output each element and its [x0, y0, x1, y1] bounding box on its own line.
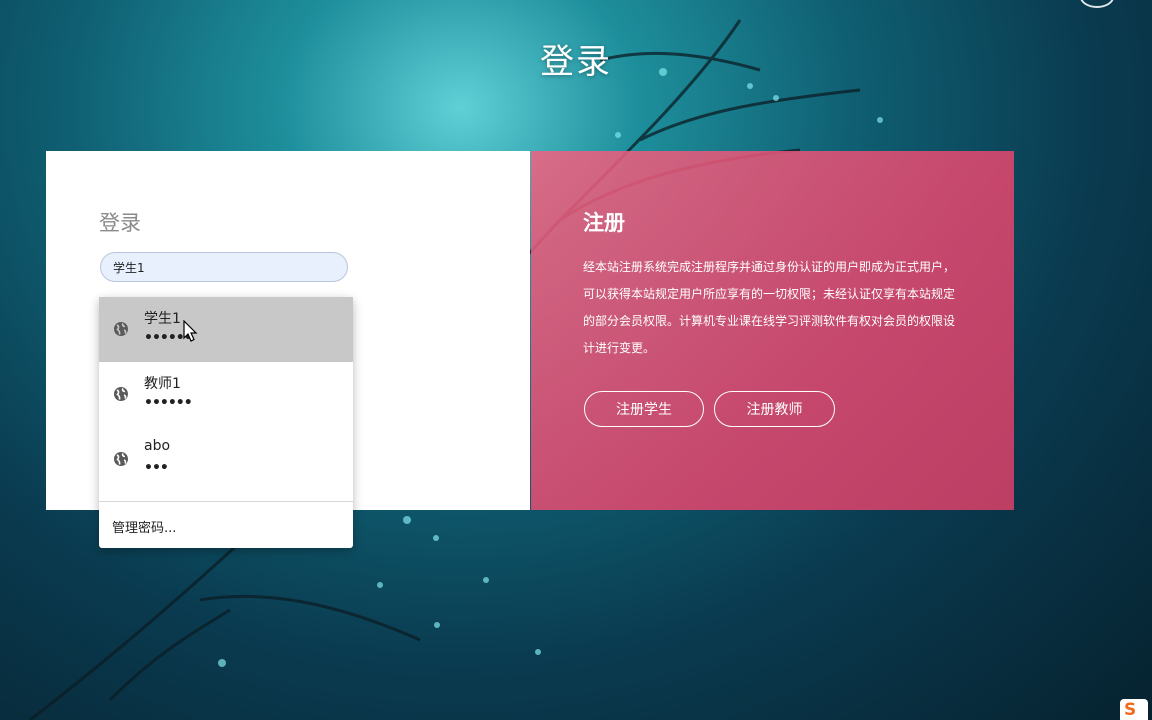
autofill-username: 学生1 — [144, 311, 181, 327]
globe-icon — [114, 322, 128, 336]
page-title: 登录 — [540, 42, 612, 82]
autofill-password-mask: •••••• — [144, 395, 193, 411]
register-student-button[interactable]: 注册学生 — [584, 391, 704, 427]
register-description: 经本站注册系统完成注册程序并通过身份认证的用户即成为正式用户，可以获得本站规定用… — [583, 260, 956, 355]
mouse-cursor-icon — [183, 320, 198, 342]
ime-letter: S — [1124, 700, 1137, 720]
register-panel: 注册 经本站注册系统完成注册程序并通过身份认证的用户即成为正式用户，可以获得本站… — [531, 151, 1014, 510]
autofill-item-teacher1[interactable]: 教师1 •••••• — [99, 362, 353, 427]
autofill-dropdown: 学生1 •••••• 教师1 •••••• abo ••• 管理密码... — [99, 297, 353, 548]
corner-circle-button[interactable] — [1080, 0, 1114, 8]
autofill-username: 教师1 — [144, 376, 181, 392]
register-teacher-button[interactable]: 注册教师 — [714, 391, 835, 427]
username-input[interactable] — [100, 252, 348, 282]
manage-passwords-link[interactable]: 管理密码... — [112, 517, 176, 536]
globe-icon — [114, 452, 128, 466]
register-heading: 注册 — [583, 211, 625, 235]
autofill-password-mask: ••• — [144, 460, 169, 476]
autofill-item-abo[interactable]: abo ••• — [99, 427, 353, 492]
autofill-username: abo — [144, 438, 171, 454]
sogou-ime-icon[interactable]: S — [1120, 699, 1148, 720]
dropdown-divider — [99, 501, 353, 502]
autofill-item-student1[interactable]: 学生1 •••••• — [99, 297, 353, 362]
globe-icon — [114, 387, 128, 401]
login-heading: 登录 — [99, 211, 141, 235]
